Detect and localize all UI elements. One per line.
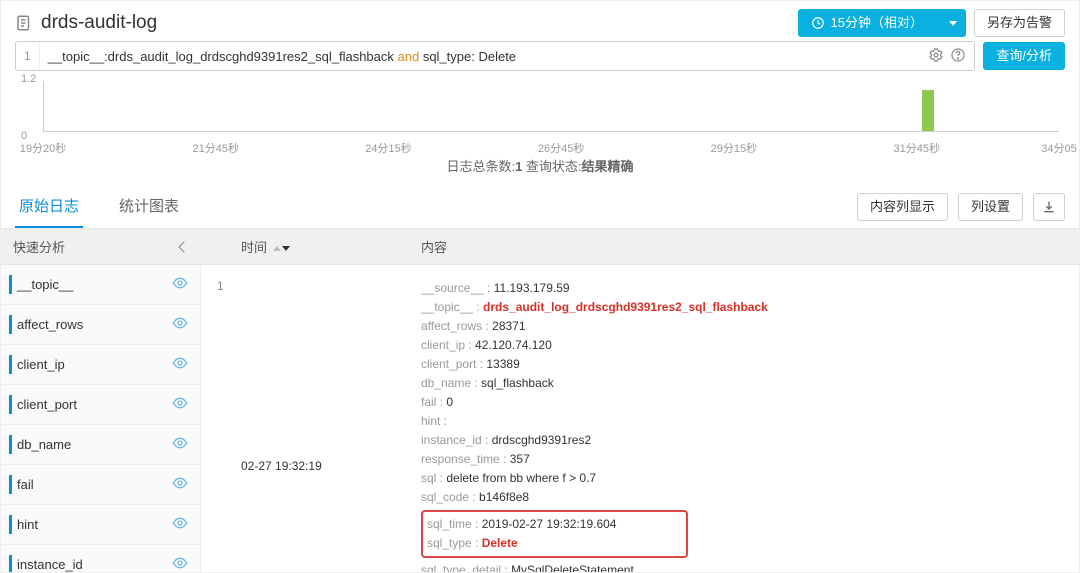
time-range-button[interactable]: 15分钟（相对） bbox=[798, 9, 936, 37]
chevron-down-icon bbox=[949, 21, 957, 26]
eye-icon[interactable] bbox=[172, 555, 188, 573]
sort-asc-icon[interactable] bbox=[273, 246, 281, 251]
chart-x-tick: 21分45秒 bbox=[192, 140, 238, 156]
download-button[interactable] bbox=[1033, 193, 1065, 221]
chart-x-tick: 26分45秒 bbox=[538, 140, 584, 156]
quick-analysis-panel: 快速分析 __topic__ affect_rows client_ipclient… bbox=[1, 229, 201, 573]
quick-analysis-label: client_ip bbox=[17, 357, 65, 372]
help-icon[interactable] bbox=[950, 47, 966, 66]
chart-x-tick: 31分45秒 bbox=[894, 140, 940, 156]
chart-y-max: 1.2 bbox=[21, 73, 36, 85]
quick-analysis-item[interactable]: instance_id bbox=[1, 545, 200, 573]
row-content: __source__ : 11.193.179.59 __topic__ : d… bbox=[411, 271, 1079, 573]
quick-analysis-item[interactable]: affect_rows bbox=[1, 305, 200, 345]
page-title: drds-audit-log bbox=[41, 12, 157, 34]
query-line-number: 1 bbox=[16, 42, 40, 70]
header-content: 内容 bbox=[411, 229, 1079, 264]
download-icon bbox=[1041, 199, 1057, 215]
query-input-wrap[interactable]: 1 __topic__:drds_audit_log_drdscghd9391r… bbox=[15, 41, 975, 71]
quick-analysis-label: fail bbox=[17, 477, 34, 492]
quick-analysis-item[interactable]: db_name bbox=[1, 425, 200, 465]
content-columns-button[interactable]: 内容列显示 bbox=[857, 193, 948, 221]
quick-analysis-header: 快速分析 bbox=[1, 229, 200, 265]
quick-analysis-item[interactable]: client_ip bbox=[1, 345, 200, 385]
eye-icon[interactable] bbox=[172, 395, 188, 414]
time-range-dropdown[interactable] bbox=[936, 9, 966, 37]
histogram-chart: 1.2 0 19分20秒 21分45秒 24分15秒 26分45秒 29分15秒… bbox=[21, 75, 1059, 140]
gear-icon[interactable] bbox=[928, 47, 944, 66]
chevron-left-icon[interactable] bbox=[178, 241, 189, 252]
tab-raw-log[interactable]: 原始日志 bbox=[15, 185, 83, 228]
clock-icon bbox=[811, 16, 825, 30]
eye-icon[interactable] bbox=[172, 275, 188, 294]
save-alert-button[interactable]: 另存为告警 bbox=[974, 9, 1065, 37]
eye-icon[interactable] bbox=[172, 355, 188, 374]
row-index: 1 bbox=[201, 271, 231, 573]
quick-analysis-label: client_port bbox=[17, 397, 77, 412]
eye-icon[interactable] bbox=[172, 475, 188, 494]
quick-analysis-item[interactable]: client_port bbox=[1, 385, 200, 425]
quick-analysis-item[interactable]: hint bbox=[1, 505, 200, 545]
log-table-header: 时间 内容 bbox=[201, 229, 1079, 265]
quick-analysis-label: affect_rows bbox=[17, 317, 83, 332]
chart-x-tick: 24分15秒 bbox=[365, 140, 411, 156]
query-keyword: and bbox=[398, 49, 420, 64]
log-icon bbox=[15, 14, 33, 32]
sort-desc-icon[interactable] bbox=[282, 246, 290, 251]
quick-analysis-label: __topic__ bbox=[17, 277, 73, 292]
header-time[interactable]: 时间 bbox=[241, 237, 267, 256]
query-text-suffix: sql_type: Delete bbox=[419, 49, 516, 64]
quick-analysis-label: db_name bbox=[17, 437, 71, 452]
table-row: 1 02-27 19:32:19 __source__ : 11.193.179… bbox=[201, 265, 1079, 573]
quick-analysis-item[interactable]: __topic__ bbox=[1, 265, 200, 305]
column-settings-button[interactable]: 列设置 bbox=[958, 193, 1023, 221]
highlight-box-sql: sql_time : 2019-02-27 19:32:19.604 sql_t… bbox=[421, 510, 688, 558]
eye-icon[interactable] bbox=[172, 315, 188, 334]
tab-stat-chart[interactable]: 统计图表 bbox=[115, 185, 183, 228]
time-range-label: 15分钟（相对） bbox=[831, 9, 923, 37]
query-input[interactable]: __topic__:drds_audit_log_drdscghd9391res… bbox=[40, 49, 929, 64]
eye-icon[interactable] bbox=[172, 435, 188, 454]
quick-analysis-item[interactable]: fail bbox=[1, 465, 200, 505]
row-time: 02-27 19:32:19 bbox=[231, 271, 411, 573]
query-button[interactable]: 查询/分析 bbox=[983, 42, 1065, 70]
query-text-prefix: __topic__:drds_audit_log_drdscghd9391res… bbox=[48, 49, 398, 64]
chart-x-tick: 19分20秒 bbox=[20, 140, 66, 156]
quick-analysis-label: instance_id bbox=[17, 557, 83, 572]
chart-x-tick: 34分05 bbox=[1041, 140, 1076, 156]
chart-bar[interactable] bbox=[922, 90, 934, 132]
chart-x-axis: 19分20秒 21分45秒 24分15秒 26分45秒 29分15秒 31分45… bbox=[43, 140, 1059, 154]
quick-analysis-label: hint bbox=[17, 517, 38, 532]
eye-icon[interactable] bbox=[172, 515, 188, 534]
time-range-group[interactable]: 15分钟（相对） bbox=[798, 9, 966, 37]
chart-x-tick: 29分15秒 bbox=[711, 140, 757, 156]
